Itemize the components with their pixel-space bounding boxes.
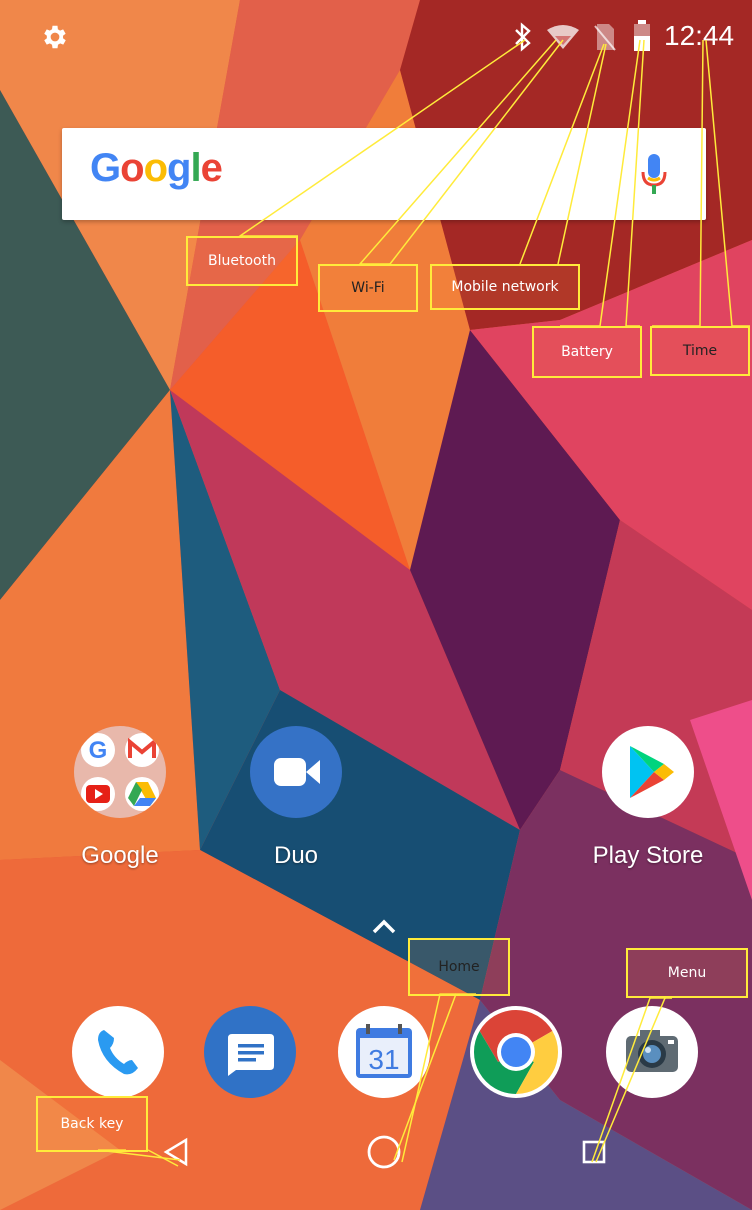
dock-camera[interactable]: [606, 1006, 698, 1098]
gear-icon[interactable]: [40, 22, 70, 52]
back-button[interactable]: [162, 1136, 192, 1168]
recents-button[interactable]: [580, 1138, 608, 1166]
logo-letter: o: [143, 146, 168, 190]
back-triangle-icon: [163, 1137, 188, 1167]
logo-letter: g: [167, 146, 191, 190]
dock-calendar[interactable]: 31: [338, 1006, 430, 1098]
dock-messages[interactable]: [204, 1006, 296, 1098]
app-label: Play Store: [592, 842, 704, 869]
google-folder-icon: G: [74, 726, 166, 818]
logo-letter: G: [90, 146, 121, 190]
annotation-back-key: Back key: [36, 1096, 148, 1152]
phone-icon: [98, 1030, 138, 1075]
video-camera-icon: [250, 726, 342, 818]
app-play-store[interactable]: Play Store: [578, 726, 718, 870]
app-google-folder[interactable]: G Google: [50, 726, 190, 870]
dock-chrome[interactable]: [470, 1006, 562, 1098]
app-label: Duo: [273, 842, 319, 869]
home-circle-icon: [367, 1135, 401, 1169]
google-search-bar[interactable]: Google: [62, 128, 706, 220]
logo-letter: e: [200, 146, 223, 190]
annotation-menu: Menu: [626, 948, 748, 998]
bluetooth-icon: [512, 22, 534, 52]
status-time: 12:44: [664, 20, 735, 51]
chrome-icon: [473, 1010, 559, 1094]
camera-icon: [626, 1030, 678, 1072]
battery-icon: [633, 20, 651, 52]
svg-text:G: G: [89, 737, 108, 764]
recent-square-icon: [582, 1140, 606, 1164]
app-label: Google: [81, 842, 159, 869]
logo-letter: l: [190, 146, 201, 190]
logo-letter: o: [120, 146, 144, 190]
wifi-icon: [546, 24, 580, 50]
annotation-battery: Battery: [532, 326, 642, 378]
annotation-time: Time: [650, 326, 750, 376]
annotation-mobile-network: Mobile network: [430, 264, 580, 310]
annotation-home: Home: [408, 938, 510, 996]
google-logo: Google: [90, 146, 223, 191]
message-icon: [228, 1034, 274, 1076]
home-button[interactable]: [366, 1134, 402, 1170]
microphone-icon[interactable]: [640, 154, 668, 198]
annotation-bluetooth: Bluetooth: [186, 236, 298, 286]
app-duo[interactable]: Duo: [226, 726, 366, 870]
play-store-icon: [602, 726, 694, 818]
annotation-wifi: Wi-Fi: [318, 264, 418, 312]
mobile-network-icon: [594, 22, 616, 52]
calendar-date: 31: [368, 1044, 400, 1075]
dock-phone[interactable]: [72, 1006, 164, 1098]
chevron-up-icon[interactable]: [370, 916, 398, 936]
